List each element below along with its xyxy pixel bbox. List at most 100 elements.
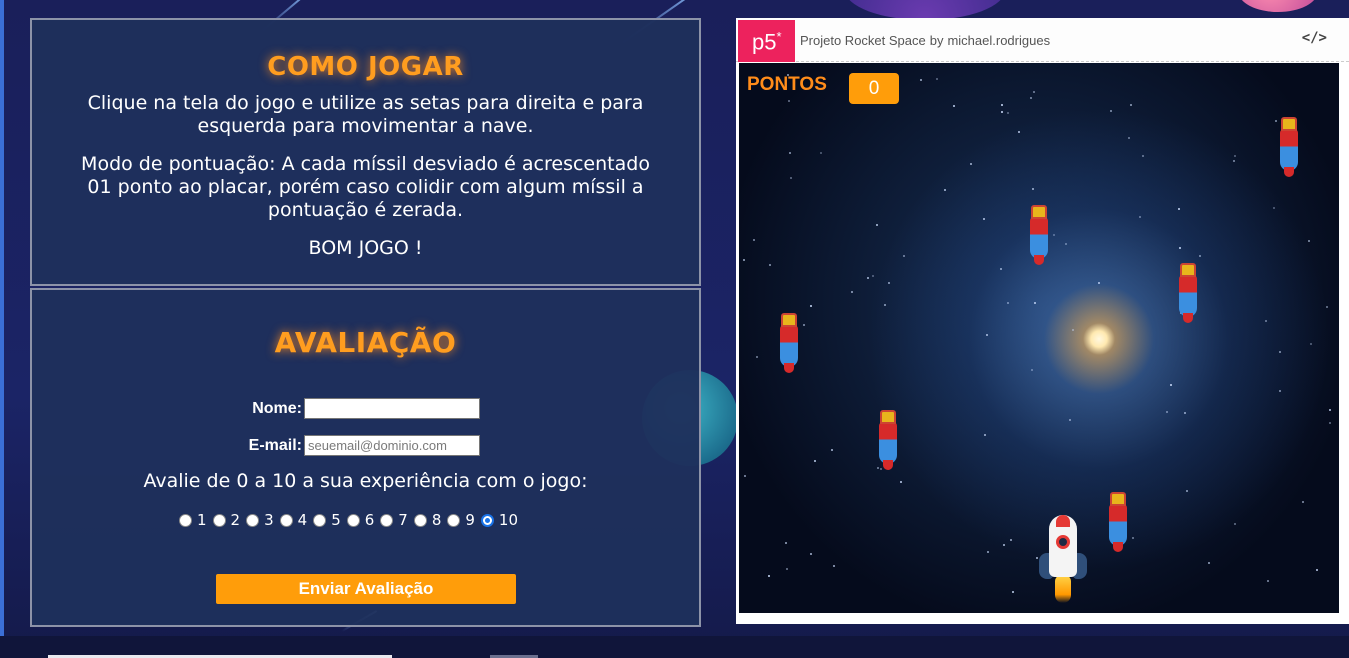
star xyxy=(1128,137,1130,139)
star xyxy=(1302,501,1304,503)
star xyxy=(884,304,886,306)
rating-radio[interactable] xyxy=(212,513,226,527)
submit-evaluation-button[interactable]: Enviar Avaliação xyxy=(216,574,516,604)
email-field[interactable] xyxy=(304,435,480,456)
star xyxy=(900,481,902,483)
star xyxy=(851,291,853,293)
star xyxy=(785,542,787,544)
star xyxy=(1186,490,1188,492)
star xyxy=(1132,537,1134,539)
star xyxy=(833,565,835,567)
rating-radio[interactable] xyxy=(246,513,260,527)
bottom-bar xyxy=(0,636,1349,658)
star xyxy=(831,449,833,451)
star xyxy=(1034,302,1036,304)
star xyxy=(756,356,758,358)
star xyxy=(790,177,792,179)
rating-radio[interactable] xyxy=(179,513,192,527)
star xyxy=(872,275,874,277)
rating-radio[interactable] xyxy=(480,513,494,527)
star xyxy=(803,324,805,326)
rating-option-label: 2 xyxy=(230,511,241,529)
rating-option[interactable]: 6 xyxy=(346,511,375,529)
score-label: PONTOS xyxy=(747,74,827,95)
star xyxy=(789,152,791,154)
star xyxy=(1310,343,1312,345)
star xyxy=(1018,131,1020,133)
star xyxy=(744,475,746,477)
rating-option-label: 8 xyxy=(431,511,442,529)
star xyxy=(820,152,822,154)
rating-option[interactable]: 4 xyxy=(279,511,307,529)
rating-option[interactable]: 3 xyxy=(246,511,274,529)
missile-icon xyxy=(1108,492,1128,554)
star xyxy=(944,189,946,191)
p5-embed: p5* Projeto Rocket Space by michael.rodrig… xyxy=(736,18,1349,624)
name-field[interactable] xyxy=(304,398,480,419)
rating-option-label: 3 xyxy=(264,511,274,529)
rating-option[interactable]: 9 xyxy=(447,511,475,529)
star xyxy=(788,100,790,102)
star xyxy=(970,163,972,165)
instructions-controls: Clique na tela do jogo e utilize as seta… xyxy=(87,92,644,137)
star xyxy=(769,264,771,266)
game-canvas[interactable]: PONTOS 0 xyxy=(739,63,1339,613)
rocket-icon xyxy=(1039,515,1087,605)
score-value: 0 xyxy=(849,73,899,104)
author-link[interactable]: michael.rodrigues xyxy=(947,33,1050,48)
rating-radio[interactable] xyxy=(380,513,394,527)
star xyxy=(1275,120,1277,122)
how-to-play-panel: COMO JOGAR Clique na tela do jogo e util… xyxy=(30,18,701,286)
code-view-icon[interactable]: </> xyxy=(1302,30,1327,46)
rating-option[interactable]: 5 xyxy=(313,511,341,529)
good-game-text: BOM JOGO ! xyxy=(308,237,423,259)
rating-radio[interactable] xyxy=(447,513,461,527)
rating-option-label: 5 xyxy=(331,511,341,529)
rating-option[interactable]: 1 xyxy=(179,511,207,529)
star xyxy=(983,218,985,220)
star xyxy=(1130,104,1132,106)
star xyxy=(987,551,989,553)
rating-option[interactable]: 8 xyxy=(413,511,442,529)
rating-radio[interactable] xyxy=(279,513,293,527)
star xyxy=(814,460,816,462)
star xyxy=(876,224,878,226)
instructions-scoring: Modo de pontuação: A cada míssil desviad… xyxy=(81,153,650,221)
rating-radio[interactable] xyxy=(413,513,427,527)
star xyxy=(1142,155,1144,157)
left-edge-stripe xyxy=(0,0,4,636)
evaluation-panel: AVALIAÇÃO Nome: E-mail: Avalie de 0 a 10… xyxy=(30,288,701,627)
star xyxy=(920,79,922,81)
rating-radio[interactable] xyxy=(346,513,360,527)
star xyxy=(1053,234,1055,236)
missile-icon xyxy=(1279,117,1299,179)
star xyxy=(1010,539,1012,541)
star xyxy=(1001,104,1003,106)
rating-option-label: 6 xyxy=(364,511,375,529)
star xyxy=(1329,409,1331,411)
star xyxy=(1279,351,1281,353)
star xyxy=(1170,384,1172,386)
rating-option[interactable]: 7 xyxy=(380,511,408,529)
star xyxy=(1036,557,1038,559)
planet-decoration xyxy=(1238,0,1318,12)
star xyxy=(1032,188,1034,190)
star xyxy=(743,259,745,261)
star xyxy=(1098,282,1100,284)
star xyxy=(1184,412,1186,414)
star xyxy=(1069,419,1071,421)
rating-option[interactable]: 10 xyxy=(480,511,518,529)
rating-radio[interactable] xyxy=(313,513,327,527)
star xyxy=(1110,110,1112,112)
project-title-link[interactable]: Projeto Rocket Space xyxy=(800,33,926,48)
star xyxy=(1273,207,1275,209)
missile-icon xyxy=(1178,263,1198,325)
star xyxy=(1267,580,1269,582)
missile-icon xyxy=(1029,205,1049,267)
p5-logo[interactable]: p5* xyxy=(738,20,795,62)
rating-radio-group: 1 2 3 4 5 6 7 8 9 10 xyxy=(179,511,524,529)
rating-option[interactable]: 2 xyxy=(212,511,241,529)
rating-option-label: 1 xyxy=(197,511,207,529)
star xyxy=(1208,562,1210,564)
star xyxy=(984,434,986,436)
